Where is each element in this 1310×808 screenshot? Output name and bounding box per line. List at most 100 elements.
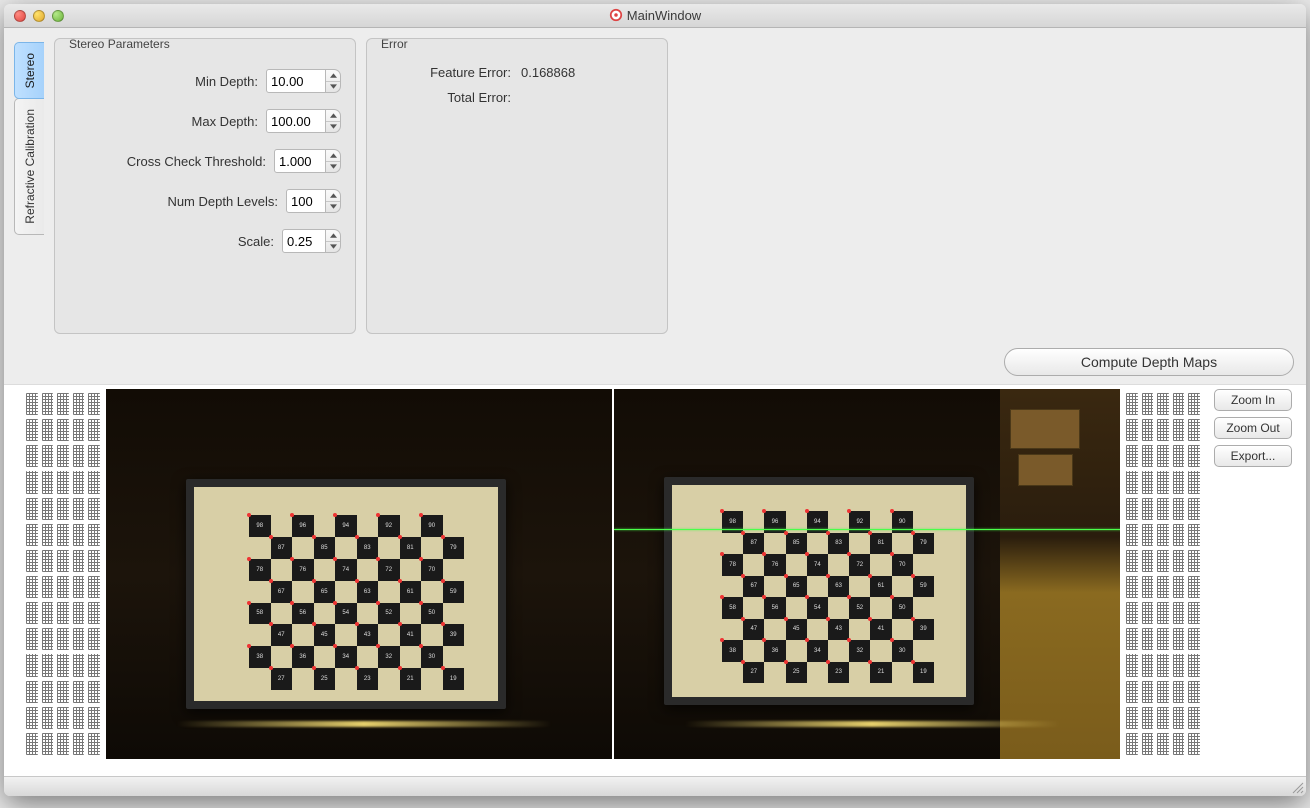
scale-step-down[interactable] xyxy=(326,241,340,253)
checker-square xyxy=(378,624,400,646)
main-window: MainWindow Stereo Refractive Calibration… xyxy=(4,4,1306,796)
thumbnail-cell xyxy=(1126,498,1138,520)
export-button[interactable]: Export... xyxy=(1214,445,1292,467)
stereo-parameters-title: Stereo Parameters xyxy=(65,37,174,51)
zoom-in-button[interactable]: Zoom In xyxy=(1214,389,1292,411)
thumbnail-cell xyxy=(1157,471,1169,493)
tab-refractive-label: Refractive Calibration xyxy=(19,99,41,234)
thumbnail-cell xyxy=(88,681,100,703)
thumbnail-cell xyxy=(1173,550,1185,572)
thumbnail-cell xyxy=(1173,628,1185,650)
feature-error-value: 0.168868 xyxy=(521,65,575,80)
checker-square xyxy=(249,581,271,603)
thumbnail-cell xyxy=(57,393,69,415)
num-levels-step-up[interactable] xyxy=(326,190,340,201)
thumbnail-cell xyxy=(1142,602,1154,624)
thumbnail-cell xyxy=(1173,471,1185,493)
thumbnail-cell xyxy=(1188,550,1200,572)
thumbnail-cell xyxy=(1126,628,1138,650)
max-depth-step-up[interactable] xyxy=(326,110,340,121)
num-levels-input[interactable] xyxy=(286,189,326,213)
min-depth-input[interactable] xyxy=(266,69,326,93)
thumbnail-cell xyxy=(1157,524,1169,546)
max-depth-input[interactable] xyxy=(266,109,326,133)
checker-square: 81 xyxy=(400,537,422,559)
compute-depth-maps-button[interactable]: Compute Depth Maps xyxy=(1004,348,1294,376)
thumbnail-cell xyxy=(1142,419,1154,441)
thumbnail-cell xyxy=(73,550,85,572)
thumbnail-cell xyxy=(57,681,69,703)
right-image: 9896949290878583817978767472706765636159… xyxy=(612,389,1120,759)
minimize-icon[interactable] xyxy=(33,10,45,22)
thumbnail-cell xyxy=(26,602,38,624)
close-icon[interactable] xyxy=(14,10,26,22)
thumbnail-cell xyxy=(1157,498,1169,520)
checker-square xyxy=(357,603,379,625)
thumbnail-cell xyxy=(42,707,54,729)
cross-check-step-down[interactable] xyxy=(326,161,340,173)
resize-grip-icon[interactable] xyxy=(1290,780,1304,794)
checker-square: 85 xyxy=(314,537,336,559)
thumbnail-cell xyxy=(1142,524,1154,546)
cross-check-step-up[interactable] xyxy=(326,150,340,161)
thumbnail-cell xyxy=(1126,733,1138,755)
thumbnail-cell xyxy=(73,654,85,676)
compute-row: Compute Depth Maps xyxy=(54,348,1294,376)
thumbnail-cell xyxy=(73,681,85,703)
stereo-viewer[interactable]: 9896949290878583817978767472706765636159… xyxy=(20,389,1206,759)
checker-square xyxy=(870,597,891,619)
checker-square xyxy=(271,515,293,537)
checker-square: 19 xyxy=(913,662,934,684)
checker-square: 43 xyxy=(357,624,379,646)
thumbnail-cell xyxy=(88,707,100,729)
thumbnail-cell xyxy=(57,707,69,729)
stereo-parameters-group: Stereo Parameters Min Depth: xyxy=(54,38,356,334)
thumbnail-cell xyxy=(88,471,100,493)
cross-check-spinbox xyxy=(274,149,341,173)
window-content: Stereo Refractive Calibration Stereo Par… xyxy=(4,28,1306,776)
viewer-area: 9896949290878583817978767472706765636159… xyxy=(4,384,1306,776)
zoom-icon[interactable] xyxy=(52,10,64,22)
checker-square xyxy=(314,603,336,625)
checker-square: 87 xyxy=(743,533,764,555)
thumbnail-cell xyxy=(57,445,69,467)
checker-square xyxy=(849,619,870,641)
checker-square xyxy=(378,668,400,690)
tab-refractive[interactable]: Refractive Calibration xyxy=(14,98,44,235)
checker-square xyxy=(849,662,870,684)
scale-input[interactable] xyxy=(282,229,326,253)
thumbnail-cell xyxy=(1188,681,1200,703)
thumbnail-cell xyxy=(1173,393,1185,415)
epipolar-line xyxy=(614,529,1120,530)
checker-square: 65 xyxy=(786,576,807,598)
param-num-levels: Num Depth Levels: xyxy=(69,187,341,215)
checker-square xyxy=(292,624,314,646)
min-depth-step-up[interactable] xyxy=(326,70,340,81)
num-levels-step-down[interactable] xyxy=(326,201,340,213)
error-title: Error xyxy=(377,37,412,51)
checker-square xyxy=(314,515,336,537)
checker-square: 21 xyxy=(400,668,422,690)
checker-square xyxy=(870,640,891,662)
checker-square xyxy=(786,554,807,576)
checker-square: 41 xyxy=(400,624,422,646)
thumbnail-cell xyxy=(1142,550,1154,572)
checker-square xyxy=(335,668,357,690)
thumbnail-cell xyxy=(88,733,100,755)
min-depth-step-down[interactable] xyxy=(326,81,340,93)
checker-square: 67 xyxy=(271,581,293,603)
cross-check-input[interactable] xyxy=(274,149,326,173)
max-depth-step-down[interactable] xyxy=(326,121,340,133)
tab-stereo[interactable]: Stereo xyxy=(14,42,44,99)
scale-step-up[interactable] xyxy=(326,230,340,241)
checker-square xyxy=(292,537,314,559)
checker-square: 58 xyxy=(722,597,743,619)
zoom-out-button[interactable]: Zoom Out xyxy=(1214,417,1292,439)
thumbnail-cell xyxy=(73,733,85,755)
checker-square: 34 xyxy=(807,640,828,662)
thumbnail-cell xyxy=(1126,445,1138,467)
num-levels-label: Num Depth Levels: xyxy=(69,194,278,209)
thumbnail-cell xyxy=(88,576,100,598)
checker-square xyxy=(892,533,913,555)
thumbnail-cell xyxy=(1188,445,1200,467)
